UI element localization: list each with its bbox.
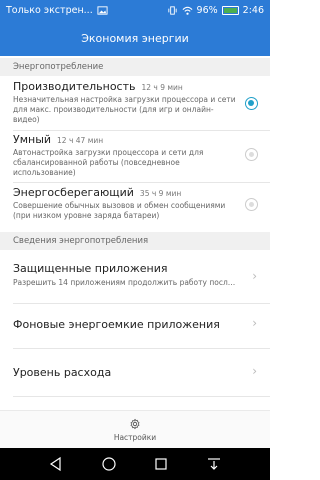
radio-power-saving[interactable] bbox=[245, 198, 258, 211]
option-title: Энергосберегающий bbox=[13, 186, 134, 199]
app-header: Только экстрен... 96% 2:46 Экономия энер… bbox=[0, 0, 270, 56]
row-subtitle: Разрешить 14 приложениям продолжить рабо… bbox=[13, 278, 238, 287]
gear-icon bbox=[130, 418, 140, 429]
recents-icon[interactable] bbox=[153, 456, 169, 472]
row-protected-apps[interactable]: Защищенные приложения Разрешить 14 прило… bbox=[0, 262, 270, 302]
option-smart[interactable]: Умный 12 ч 47 мин Автонастройка загрузки… bbox=[0, 133, 270, 183]
image-icon bbox=[97, 5, 108, 15]
chevron-right-icon: › bbox=[252, 316, 257, 330]
page-title: Экономия энергии bbox=[81, 31, 189, 45]
radio-smart[interactable] bbox=[245, 148, 258, 161]
divider bbox=[13, 130, 270, 131]
divider bbox=[13, 348, 270, 349]
notification-pulldown-icon[interactable] bbox=[206, 456, 222, 472]
divider bbox=[13, 396, 270, 397]
option-title: Умный bbox=[13, 133, 52, 146]
section-header-info: Сведения энергопотребления bbox=[0, 232, 270, 250]
settings-tab[interactable]: Настройки bbox=[0, 410, 270, 448]
wifi-icon bbox=[182, 6, 193, 15]
status-bar: Только экстрен... 96% 2:46 bbox=[0, 0, 270, 20]
option-title: Производительность bbox=[13, 80, 136, 93]
option-time: 35 ч 9 мин bbox=[139, 189, 182, 198]
row-title: Защищенные приложения bbox=[13, 262, 168, 275]
row-consumption-level[interactable]: Уровень расхода bbox=[0, 366, 270, 396]
settings-tab-label: Настройки bbox=[113, 432, 157, 442]
radio-performance[interactable] bbox=[245, 97, 258, 110]
chevron-right-icon: › bbox=[252, 364, 257, 378]
battery-percent: 96% bbox=[196, 4, 218, 16]
option-description: Совершение обычных вызовов и обмен сообщ… bbox=[13, 201, 226, 220]
section-header-power: Энергопотребление bbox=[0, 58, 270, 76]
battery-icon bbox=[221, 5, 239, 15]
row-background-apps[interactable]: Фоновые энергоемкие приложения bbox=[0, 318, 270, 348]
system-nav-bar bbox=[0, 448, 270, 480]
chevron-right-icon: › bbox=[252, 269, 257, 283]
home-icon[interactable] bbox=[101, 456, 117, 472]
option-description: Незначительная настройка загрузки процес… bbox=[13, 95, 236, 124]
row-title: Уровень расхода bbox=[13, 366, 112, 379]
divider bbox=[13, 182, 270, 183]
clock: 2:46 bbox=[242, 4, 264, 16]
back-icon[interactable] bbox=[48, 456, 64, 472]
row-title: Фоновые энергоемкие приложения bbox=[13, 318, 220, 331]
vibrate-icon bbox=[167, 5, 177, 15]
option-time: 12 ч 9 мин bbox=[141, 83, 183, 92]
option-performance[interactable]: Производительность 12 ч 9 мин Незначител… bbox=[0, 80, 270, 130]
divider bbox=[13, 303, 270, 304]
carrier-text: Только экстрен... bbox=[6, 4, 93, 16]
option-description: Автонастройка загрузки процессора и сети… bbox=[13, 148, 204, 177]
option-power-saving[interactable]: Энергосберегающий 35 ч 9 мин Совершение … bbox=[0, 186, 270, 230]
option-time: 12 ч 47 мин bbox=[57, 136, 104, 145]
